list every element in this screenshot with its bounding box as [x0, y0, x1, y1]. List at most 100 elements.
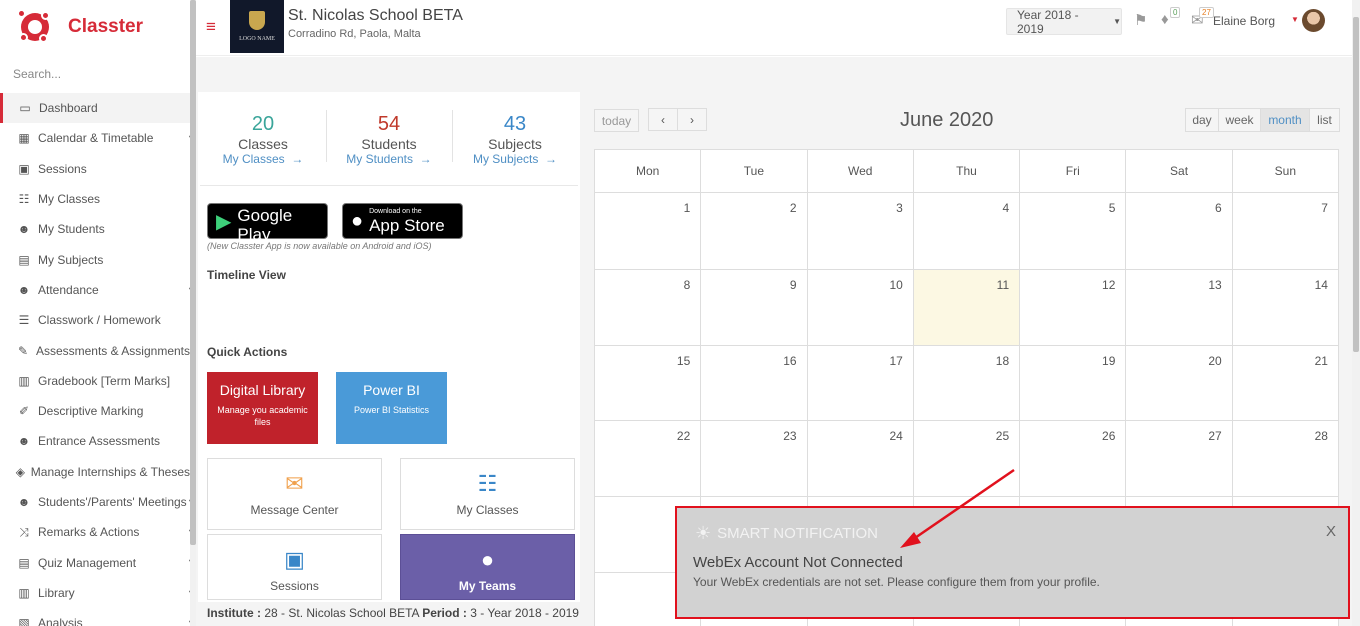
digital-library-subtitle: Manage you academic files	[217, 405, 308, 427]
view-day-button[interactable]: day	[1185, 108, 1219, 132]
sidebar-item-label: Quiz Management	[38, 555, 137, 570]
my-teams-tile[interactable]: ● My Teams	[400, 534, 575, 600]
power-bi-button[interactable]: Power BI Power BI Statistics	[336, 372, 447, 444]
sidebar-search-input[interactable]	[13, 67, 183, 81]
calendar-day-cell[interactable]: 1	[595, 193, 702, 270]
calendar-day-cell[interactable]: 10	[807, 270, 914, 346]
google-play-badge[interactable]: ▶ GET IT ON Google Play	[207, 198, 328, 244]
calendar-day-cell[interactable]: 19	[1020, 346, 1127, 421]
calendar-title: June 2020	[900, 109, 994, 131]
brand-logo[interactable]: Classter	[17, 9, 143, 45]
sidebar-item-entrance-assessments[interactable]: ☻ Entrance Assessments	[0, 426, 190, 456]
close-icon[interactable]: X	[1326, 523, 1336, 540]
sidebar-item-assessments-assignments[interactable]: ✎ Assessments & Assignments	[0, 335, 190, 365]
sidebar: Classter ▭ Dashboard ▦ Calendar & Timetable…	[0, 0, 196, 626]
sidebar-item-my-classes[interactable]: ☷ My Classes	[0, 184, 190, 214]
calendar-day-cell[interactable]: 20	[1126, 346, 1233, 421]
prev-month-button[interactable]: ‹	[648, 108, 678, 131]
calendar-day-cell[interactable]: 26	[1020, 421, 1127, 497]
sidebar-item-calendar-timetable[interactable]: ▦Calendar & Timetable‹	[0, 123, 192, 153]
stat-students: 54 Students My Students →	[326, 98, 452, 185]
calendar-day-cell[interactable]: 9	[701, 270, 808, 346]
sidebar-item-students-parents-meetings[interactable]: ☻Students'/Parents' Meetings‹	[0, 487, 192, 517]
stat-link[interactable]: My Classes →	[200, 152, 326, 166]
weekday-header: Mon	[595, 150, 702, 193]
sidebar-item-quiz-management[interactable]: ▤Quiz Management‹	[0, 547, 192, 577]
bell-icon[interactable]: ♦	[1161, 11, 1169, 28]
stat-link[interactable]: My Subjects →	[452, 152, 578, 166]
calendar-day-cell[interactable]: 8	[595, 270, 702, 346]
year-select[interactable]: Year 2018 - 2019 ▼	[1006, 8, 1122, 36]
calendar-day-cell[interactable]: 4	[913, 193, 1021, 270]
notification-message: Your WebEx credentials are not set. Plea…	[693, 575, 1100, 589]
app-store-large-text: App Store	[369, 215, 445, 235]
sidebar-item-label: Sessions	[38, 161, 87, 176]
power-bi-subtitle: Power BI Statistics	[353, 405, 430, 415]
calendar-day-cell[interactable]: 15	[595, 346, 702, 421]
analysis-icon: ▧	[18, 616, 30, 626]
calendar-day-cell[interactable]: 23	[701, 421, 808, 497]
sidebar-item-label: My Subjects	[38, 252, 104, 267]
calendar-day-cell[interactable]: 6	[1126, 193, 1233, 270]
sidebar-item-gradebook-term-marks[interactable]: ▥ Gradebook [Term Marks]	[0, 366, 190, 396]
message-center-tile[interactable]: ✉ Message Center	[207, 458, 382, 530]
user-name[interactable]: Elaine Borg	[1213, 14, 1275, 28]
sidebar-item-sessions[interactable]: ▣ Sessions	[0, 154, 190, 184]
calendar-day-cell[interactable]: 22	[595, 421, 702, 497]
store-note: (New Classter App is now available on An…	[207, 241, 432, 251]
flag-icon[interactable]: ⚑	[1134, 11, 1147, 29]
avatar[interactable]	[1302, 9, 1325, 32]
calendar-day-cell[interactable]: 21	[1232, 346, 1339, 421]
calendar-day-cell[interactable]: 28	[1232, 421, 1339, 497]
stat-subjects: 43 Subjects My Subjects →	[452, 98, 578, 185]
user-caret-icon[interactable]: ▼	[1291, 15, 1299, 24]
sidebar-item-descriptive-marking[interactable]: ✐ Descriptive Marking	[0, 396, 190, 426]
calendar-day-cell[interactable]: 14	[1232, 270, 1339, 346]
sidebar-item-attendance[interactable]: ☻Attendance‹	[0, 275, 192, 305]
sessions-tile[interactable]: ▣ Sessions	[207, 534, 382, 600]
sidebar-item-dashboard[interactable]: ▭ Dashboard	[0, 93, 190, 124]
digital-library-button[interactable]: Digital Library Manage you academic file…	[207, 372, 318, 444]
calendar-day-cell[interactable]: 24	[807, 421, 914, 497]
tile-label: Message Center	[250, 503, 339, 517]
students-icon: ☻	[17, 222, 31, 237]
stat-link[interactable]: My Students →	[326, 152, 452, 166]
calendar-day-cell[interactable]: 18	[913, 346, 1021, 421]
menu-toggle-icon[interactable]: ≡	[206, 17, 216, 37]
sidebar-item-classwork-homework[interactable]: ☰ Classwork / Homework	[0, 305, 190, 335]
sidebar-item-manage-internships-theses[interactable]: ◈ Manage Internships & Theses	[0, 457, 190, 487]
meeting-icon: ☻	[17, 495, 31, 509]
next-month-button[interactable]: ›	[677, 108, 707, 131]
sidebar-item-label: Descriptive Marking	[38, 404, 144, 419]
calendar-day-cell[interactable]: 11	[913, 270, 1021, 346]
today-button[interactable]: today	[594, 109, 639, 132]
page-scrollbar-thumb[interactable]	[1353, 17, 1359, 352]
sidebar-item-analysis[interactable]: ▧Analysis‹	[0, 608, 192, 626]
calendar-day-cell[interactable]: 7	[1232, 193, 1339, 270]
view-month-button[interactable]: month	[1260, 108, 1310, 132]
view-list-button[interactable]: list	[1309, 108, 1340, 132]
calendar-day-cell[interactable]: 5	[1020, 193, 1127, 270]
calendar-day-cell[interactable]: 12	[1020, 270, 1127, 346]
calendar-day-cell[interactable]: 2	[701, 193, 808, 270]
calendar-day-cell[interactable]: 25	[913, 421, 1021, 497]
calendar-day-cell[interactable]: 17	[807, 346, 914, 421]
classter-logo-icon	[17, 9, 53, 45]
view-week-button[interactable]: week	[1218, 108, 1261, 132]
sessions-icon: ▣	[18, 161, 30, 176]
app-store-badge[interactable]: ● Download on the App Store	[342, 203, 463, 239]
my-classes-tile[interactable]: ☷ My Classes	[400, 458, 575, 530]
sidebar-item-my-subjects[interactable]: ▤ My Subjects	[0, 244, 190, 274]
sidebar-item-library[interactable]: ▥Library‹	[0, 578, 192, 608]
notification-header-text: SMART NOTIFICATION	[717, 525, 878, 542]
sidebar-item-my-students[interactable]: ☻ My Students	[0, 214, 190, 244]
calendar-day-cell[interactable]: 3	[807, 193, 914, 270]
sidebar-item-remarks-actions[interactable]: ⤨Remarks & Actions‹	[0, 517, 192, 547]
calendar-day-cell[interactable]: 27	[1126, 421, 1233, 497]
calendar-day-cell[interactable]: 16	[701, 346, 808, 421]
pencil-icon: ✎	[17, 343, 28, 358]
apple-icon: ●	[351, 209, 364, 232]
calendar-day-cell[interactable]: 13	[1126, 270, 1233, 346]
top-header: ≡ LOGO NAME St. Nicolas School BETA Corr…	[196, 0, 1360, 56]
weekday-header: Sat	[1126, 150, 1233, 193]
